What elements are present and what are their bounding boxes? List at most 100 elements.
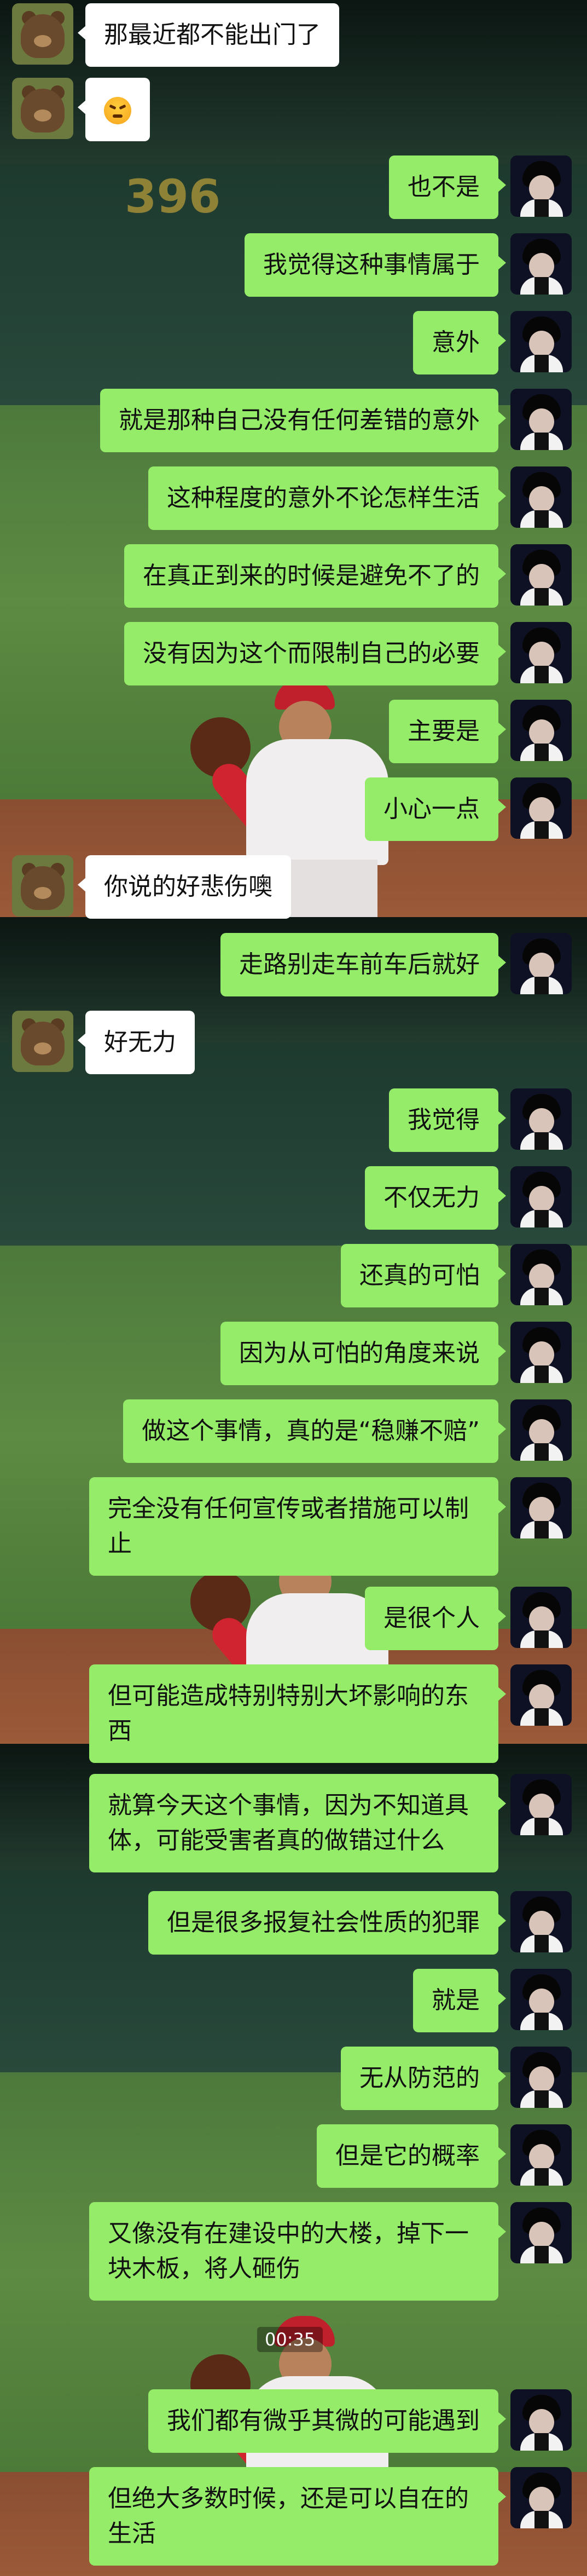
message-sent: 这种程度的意外不论怎样生活	[148, 466, 572, 530]
self-avatar[interactable]	[510, 155, 572, 217]
message-bubble[interactable]: 我觉得这种事情属于	[245, 233, 506, 297]
message-text: 但是很多报复社会性质的犯罪	[167, 1909, 480, 1937]
message-bubble[interactable]: 就算今天这个事情，因为不知道具体，可能受害者真的做错过什么	[89, 1774, 506, 1872]
self-avatar[interactable]	[510, 1587, 572, 1648]
message-sent: 就是	[413, 1969, 572, 2032]
message-text: 你说的好悲伤噢	[104, 873, 272, 901]
message-text: 因为从可怕的角度来说	[239, 1339, 480, 1367]
message-bubble[interactable]: 是很个人	[365, 1587, 506, 1650]
message-bubble[interactable]: 主要是	[389, 700, 506, 763]
message-sent: 在真正到来的时候是避免不了的	[124, 544, 572, 608]
self-avatar[interactable]	[510, 466, 572, 528]
message-bubble[interactable]: 做这个事情，真的是“稳赚不赔”	[123, 1399, 506, 1463]
message-text: 好无力	[104, 1028, 176, 1056]
self-avatar[interactable]	[510, 1322, 572, 1383]
message-bubble[interactable]: 但绝大多数时候，还是可以自在的生活	[89, 2467, 506, 2566]
message-bubble[interactable]: 但是它的概率	[317, 2124, 506, 2188]
message-text: 意外	[432, 329, 480, 356]
message-bubble[interactable]: 这种程度的意外不论怎样生活	[148, 466, 506, 530]
message-text: 也不是	[408, 173, 480, 201]
message-sent: 没有因为这个而限制自己的必要	[124, 622, 572, 685]
message-bubble[interactable]: 小心一点	[365, 777, 506, 841]
message-text: 就算今天这个事情，因为不知道具体，可能受害者真的做错过什么	[108, 1791, 469, 1854]
angry-face-emoji	[104, 97, 131, 124]
message-received: 那最近都不能出门了	[12, 3, 339, 67]
message-bubble[interactable]: 因为从可怕的角度来说	[220, 1322, 506, 1385]
self-avatar[interactable]	[510, 1244, 572, 1305]
message-bubble[interactable]: 又像没有在建设中的大楼，掉下一块木板，将人砸伤	[89, 2202, 506, 2301]
message-text: 在真正到来的时候是避免不了的	[143, 562, 480, 590]
self-avatar[interactable]	[510, 1969, 572, 2030]
message-sent: 就是那种自己没有任何差错的意外	[100, 389, 572, 452]
self-avatar[interactable]	[510, 700, 572, 761]
message-sent: 还真的可怕	[341, 1244, 572, 1307]
self-avatar[interactable]	[510, 1477, 572, 1538]
message-text: 走路别走车前车后就好	[239, 950, 480, 978]
self-avatar[interactable]	[510, 2124, 572, 2186]
message-bubble[interactable]: 好无力	[78, 1011, 195, 1074]
message-sent: 但是很多报复社会性质的犯罪	[148, 1891, 572, 1955]
self-avatar[interactable]	[510, 1399, 572, 1461]
message-bubble[interactable]: 但可能造成特别特别大坏影响的东西	[89, 1664, 506, 1763]
message-bubble[interactable]: 就是那种自己没有任何差错的意外	[100, 389, 506, 452]
self-avatar[interactable]	[510, 2047, 572, 2108]
self-avatar[interactable]	[510, 1664, 572, 1726]
self-avatar[interactable]	[510, 2202, 572, 2263]
self-avatar[interactable]	[510, 311, 572, 372]
message-bubble[interactable]: 你说的好悲伤噢	[78, 855, 291, 919]
self-avatar[interactable]	[510, 933, 572, 994]
message-text: 还真的可怕	[359, 1261, 480, 1289]
self-avatar[interactable]	[510, 622, 572, 683]
message-sent: 小心一点	[365, 777, 572, 841]
contact-avatar[interactable]	[12, 3, 73, 65]
message-bubble[interactable]: 没有因为这个而限制自己的必要	[124, 622, 506, 685]
message-text: 无从防范的	[359, 2064, 480, 2092]
message-bubble[interactable]: 不仅无力	[365, 1166, 506, 1230]
message-bubble[interactable]: 我们都有微乎其微的可能遇到	[148, 2389, 506, 2453]
message-text: 做这个事情，真的是“稳赚不赔”	[142, 1417, 480, 1445]
self-avatar[interactable]	[510, 1166, 572, 1228]
message-bubble[interactable]: 无从防范的	[341, 2047, 506, 2110]
message-bubble[interactable]: 但是很多报复社会性质的犯罪	[148, 1891, 506, 1955]
self-avatar[interactable]	[510, 389, 572, 450]
self-avatar[interactable]	[510, 2389, 572, 2451]
chat-message-list[interactable]: 那最近都不能出门了也不是我觉得这种事情属于意外就是那种自己没有任何差错的意外这种…	[0, 0, 587, 2576]
message-text: 就是那种自己没有任何差错的意外	[119, 406, 480, 434]
message-bubble[interactable]: 走路别走车前车后就好	[220, 933, 506, 996]
message-text: 我们都有微乎其微的可能遇到	[167, 2407, 480, 2435]
message-text: 小心一点	[383, 795, 480, 823]
message-bubble[interactable]: 那最近都不能出门了	[78, 3, 339, 67]
message-sent: 不仅无力	[365, 1166, 572, 1230]
message-sent: 是很个人	[365, 1587, 572, 1650]
self-avatar[interactable]	[510, 544, 572, 606]
message-text: 主要是	[408, 717, 480, 745]
contact-avatar[interactable]	[12, 78, 73, 139]
contact-avatar[interactable]	[12, 855, 73, 917]
self-avatar[interactable]	[510, 777, 572, 839]
self-avatar[interactable]	[510, 1774, 572, 1835]
contact-avatar[interactable]	[12, 1011, 73, 1072]
message-sent: 但绝大多数时候，还是可以自在的生活	[89, 2467, 572, 2566]
message-received: 你说的好悲伤噢	[12, 855, 291, 919]
message-sent: 主要是	[389, 700, 572, 763]
message-sent: 我觉得	[389, 1088, 572, 1152]
message-text: 那最近都不能出门了	[104, 21, 321, 49]
message-text: 完全没有任何宣传或者措施可以制止	[108, 1495, 469, 1558]
message-bubble[interactable]	[78, 78, 150, 141]
message-bubble[interactable]: 我觉得	[389, 1088, 506, 1152]
message-bubble[interactable]: 还真的可怕	[341, 1244, 506, 1307]
message-bubble[interactable]: 也不是	[389, 155, 506, 219]
self-avatar[interactable]	[510, 1891, 572, 1952]
self-avatar[interactable]	[510, 1088, 572, 1150]
message-text: 我觉得	[408, 1106, 480, 1134]
message-text: 又像没有在建设中的大楼，掉下一块木板，将人砸伤	[108, 2220, 469, 2283]
message-bubble[interactable]: 在真正到来的时候是避免不了的	[124, 544, 506, 608]
message-bubble[interactable]: 就是	[413, 1969, 506, 2032]
message-bubble[interactable]: 意外	[413, 311, 506, 374]
message-text: 没有因为这个而限制自己的必要	[143, 639, 480, 667]
message-bubble[interactable]: 完全没有任何宣传或者措施可以制止	[89, 1477, 506, 1576]
message-text: 这种程度的意外不论怎样生活	[167, 484, 480, 512]
message-text: 不仅无力	[383, 1184, 480, 1212]
self-avatar[interactable]	[510, 2467, 572, 2528]
self-avatar[interactable]	[510, 233, 572, 295]
